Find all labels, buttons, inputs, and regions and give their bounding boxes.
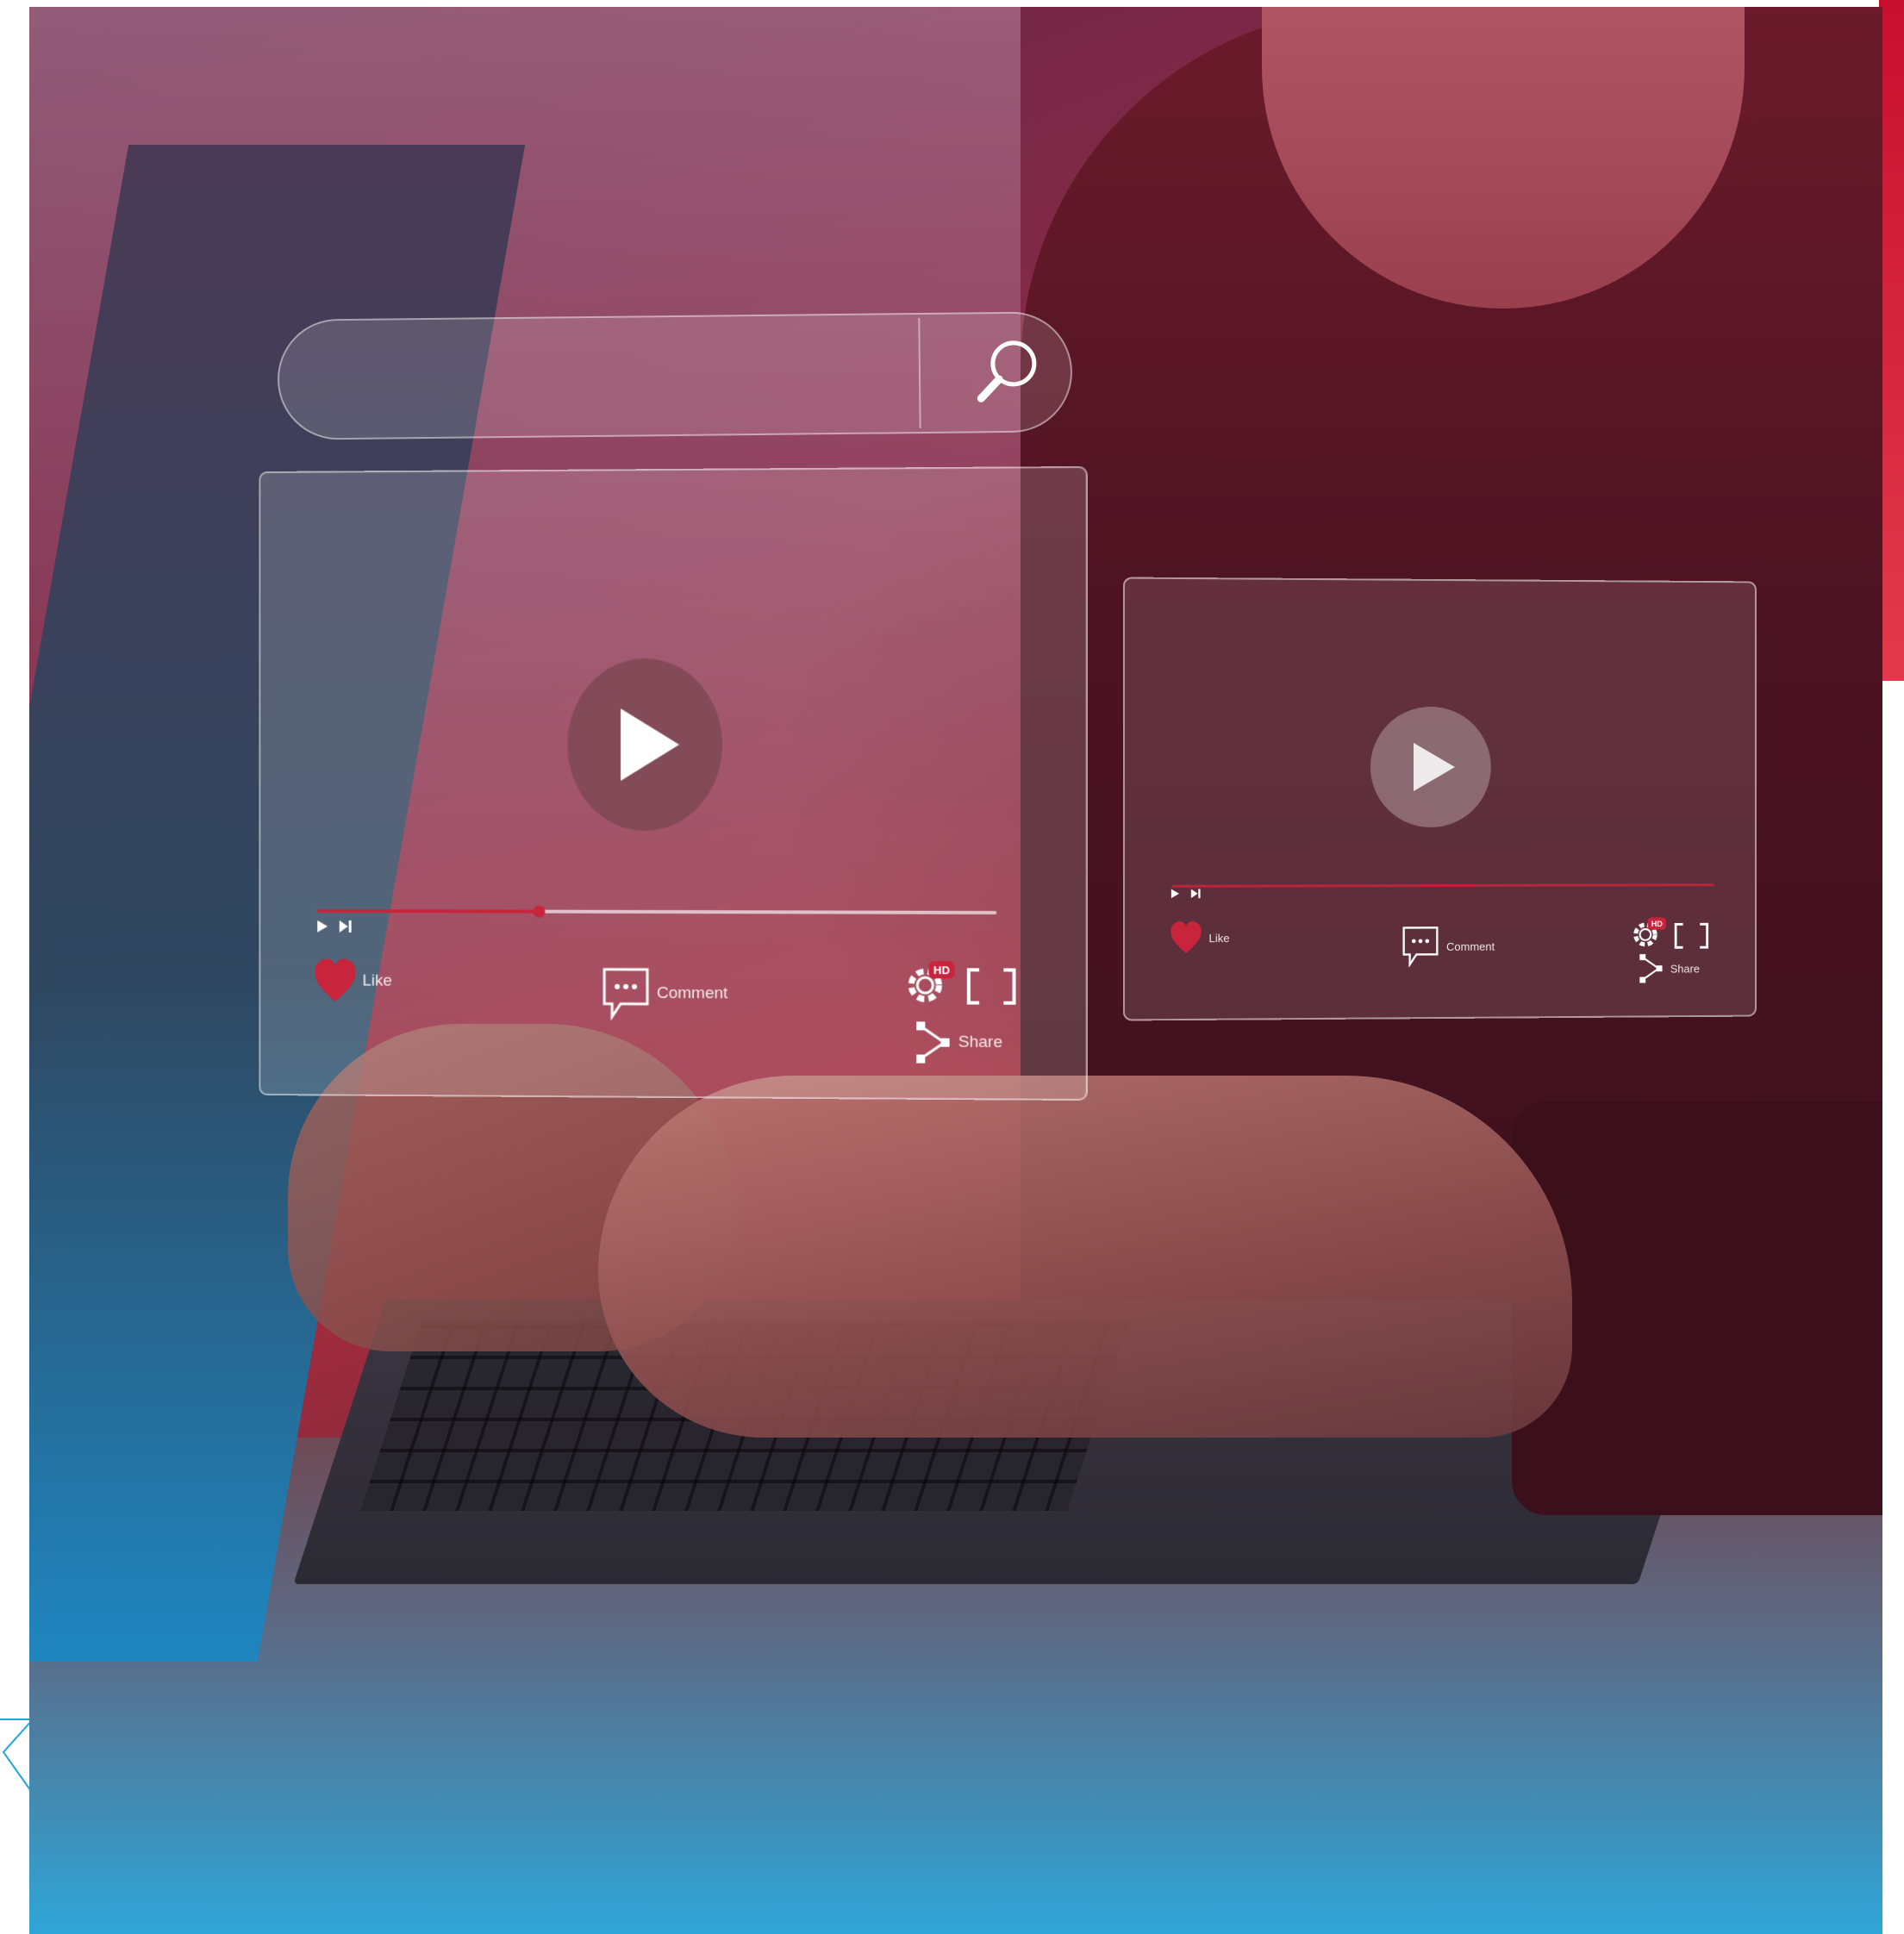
share-icon — [1639, 954, 1664, 983]
comment-icon — [1401, 926, 1439, 967]
page: Like Comment HD Share Like Comment HD Sh… — [0, 0, 1904, 1934]
fullscreen-button[interactable] — [967, 968, 1016, 1005]
search-icon[interactable] — [968, 332, 1046, 410]
transport-controls — [1170, 889, 1202, 899]
share-button[interactable]: Share — [1639, 954, 1700, 983]
progress-bar[interactable] — [1171, 883, 1714, 888]
progress-bar[interactable] — [316, 905, 997, 918]
like-label: Like — [1208, 931, 1230, 945]
settings-button[interactable]: HD — [1629, 916, 1668, 951]
comment-button[interactable]: Comment — [602, 967, 727, 1021]
skip-next-icon[interactable] — [339, 920, 353, 933]
comment-label: Comment — [1445, 939, 1495, 953]
play-icon[interactable] — [1370, 706, 1491, 828]
play-icon[interactable] — [567, 658, 723, 832]
heart-icon — [1170, 921, 1202, 954]
fullscreen-icon — [1674, 923, 1709, 949]
search-divider — [918, 318, 921, 429]
settings-button[interactable]: HD — [902, 959, 958, 1008]
comment-label: Comment — [657, 983, 728, 1003]
hd-badge: HD — [1651, 920, 1663, 928]
share-button[interactable]: Share — [916, 1021, 1002, 1064]
video-player-side[interactable]: Like Comment HD Share — [1122, 577, 1757, 1021]
hd-badge: HD — [933, 964, 950, 976]
comment-button[interactable]: Comment — [1401, 926, 1495, 967]
photo-right-hand — [598, 1076, 1572, 1438]
like-button[interactable]: Like — [315, 958, 392, 1004]
skip-next-icon[interactable] — [1190, 889, 1201, 899]
gear-hd-icon: HD — [902, 959, 955, 1008]
like-button[interactable]: Like — [1170, 921, 1230, 955]
video-player-main[interactable]: Like Comment HD Share — [259, 465, 1088, 1101]
gear-hd-icon: HD — [1629, 916, 1666, 951]
like-label: Like — [362, 971, 392, 990]
share-icon — [916, 1021, 950, 1063]
transport-controls — [316, 920, 352, 933]
comment-icon — [602, 967, 650, 1020]
fullscreen-icon — [967, 968, 1016, 1005]
play-small-icon[interactable] — [1170, 889, 1180, 899]
share-label: Share — [1670, 962, 1700, 976]
fullscreen-button[interactable] — [1674, 923, 1709, 949]
share-label: Share — [958, 1033, 1003, 1052]
play-small-icon[interactable] — [316, 920, 328, 933]
progress-fill — [316, 908, 540, 914]
search-bar[interactable] — [277, 311, 1073, 440]
progress-knob[interactable] — [533, 905, 546, 918]
accent-bar-red — [1879, 0, 1904, 681]
heart-icon — [315, 958, 356, 1002]
